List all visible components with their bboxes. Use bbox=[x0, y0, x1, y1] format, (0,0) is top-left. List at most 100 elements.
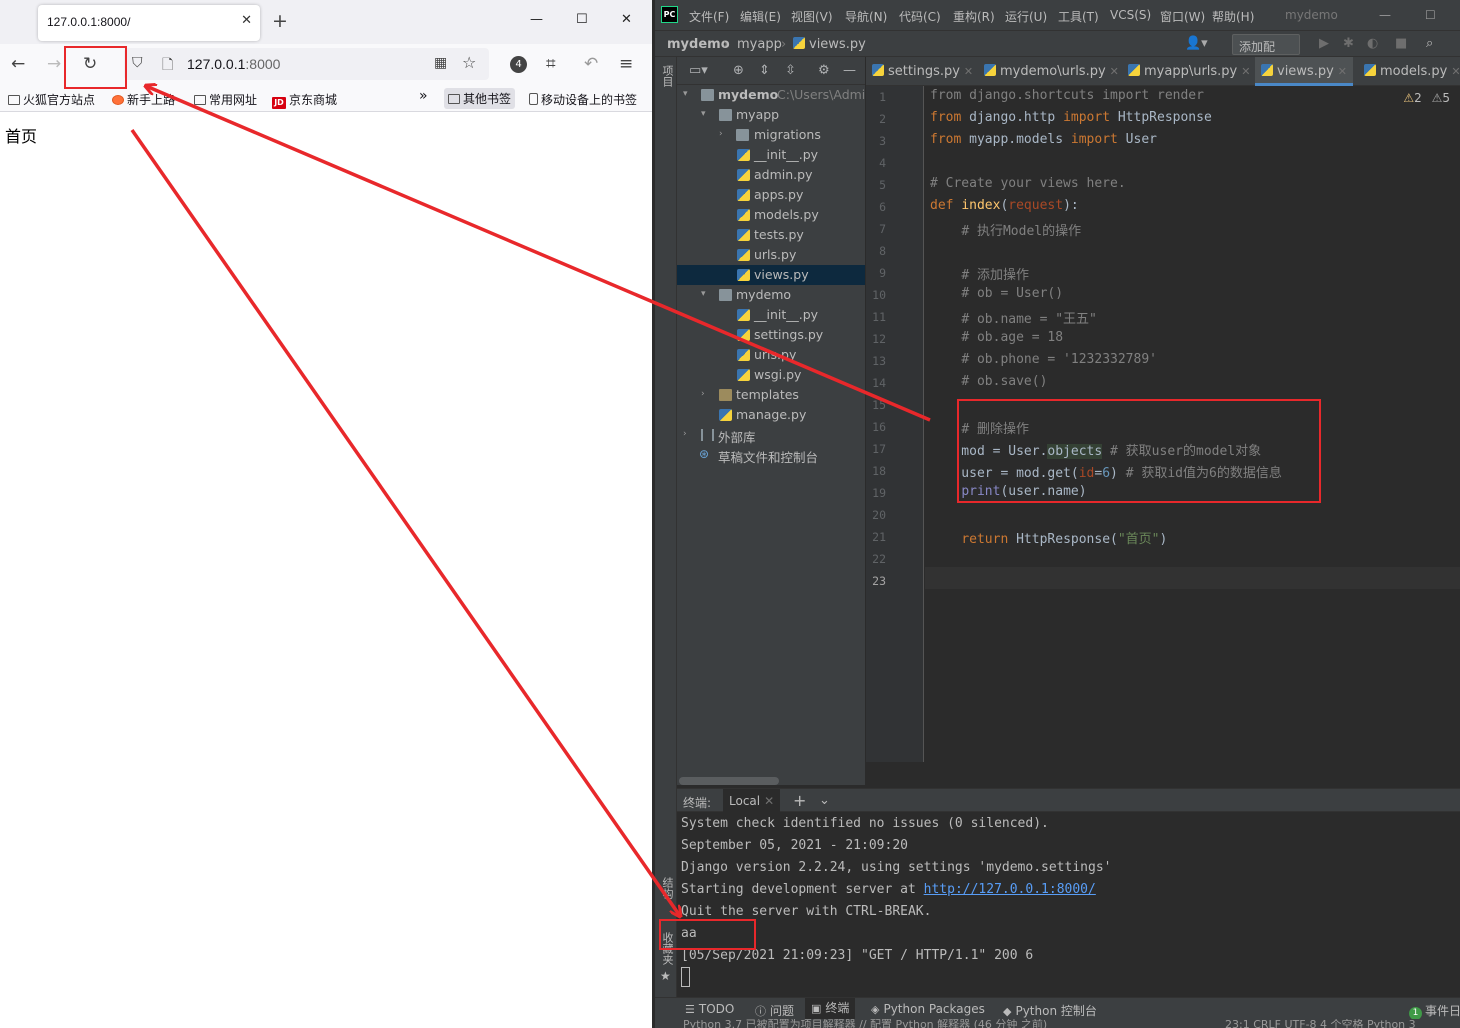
shield-icon[interactable]: ⛉ bbox=[132, 55, 143, 71]
tree-item-file[interactable]: urls.py bbox=[677, 245, 865, 265]
menu-vcs[interactable]: VCS(S) bbox=[1110, 8, 1151, 22]
url-bar[interactable]: ⛉ 🗋 127.0.0.1:8000 ▦ ☆ bbox=[124, 48, 489, 80]
tree-item-file[interactable]: __init__.py bbox=[677, 145, 865, 165]
project-tool-button[interactable]: 项目 bbox=[659, 65, 675, 87]
favorites-tool-button[interactable]: 收藏夹 bbox=[659, 932, 675, 965]
tree-item-myapp[interactable]: ▾ myapp bbox=[677, 105, 865, 125]
tab-close-icon[interactable]: ✕ bbox=[241, 13, 252, 28]
terminal-tab-local[interactable]: Local ✕ bbox=[723, 789, 781, 812]
bookmark-star-icon[interactable]: ☆ bbox=[462, 53, 476, 72]
code-editor[interactable]: ⚠2 ⚠5 from django.shortcuts import rende… bbox=[925, 86, 1460, 762]
extension-badge-icon[interactable]: 4 bbox=[510, 56, 527, 73]
menu-run[interactable]: 运行(U) bbox=[1005, 8, 1047, 25]
inspection-widget[interactable]: ⚠2 ⚠5 bbox=[1403, 91, 1450, 105]
bookmark-firefox-site[interactable]: 火狐官方站点 bbox=[8, 91, 95, 108]
server-url-link[interactable]: http://127.0.0.1:8000/ bbox=[924, 882, 1096, 897]
tab-myapp-urls-py[interactable]: myapp\urls.py ✕ bbox=[1122, 57, 1256, 86]
bookmark-common-sites[interactable]: 常用网址 bbox=[194, 91, 257, 108]
menu-navigate[interactable]: 导航(N) bbox=[845, 8, 887, 25]
new-tab-button[interactable]: + bbox=[272, 10, 288, 32]
favorites-star-icon[interactable]: ★ bbox=[660, 969, 671, 983]
tree-item-migrations[interactable]: › migrations bbox=[677, 125, 865, 145]
menu-file[interactable]: 文件(F) bbox=[689, 8, 729, 25]
coverage-icon[interactable]: ◐ bbox=[1367, 36, 1378, 51]
breadcrumb-project[interactable]: mydemo bbox=[667, 37, 730, 52]
python-packages-tab[interactable]: ◈ Python Packages bbox=[871, 1002, 985, 1016]
expand-all-icon[interactable]: ⇕ bbox=[759, 63, 770, 78]
crop-icon[interactable]: ⌗ bbox=[546, 54, 556, 74]
problems-tab[interactable]: ⓘ 问题 bbox=[755, 1002, 794, 1019]
tree-item-file[interactable]: __init__.py bbox=[677, 305, 865, 325]
tree-item-file[interactable]: urls.py bbox=[677, 345, 865, 365]
bookmarks-overflow-icon[interactable]: » bbox=[419, 88, 428, 104]
python-console-tab[interactable]: ◆ Python 控制台 bbox=[1003, 1002, 1097, 1019]
locate-icon[interactable]: ⊕ bbox=[733, 63, 744, 78]
url-text[interactable]: 127.0.0.1:8000 bbox=[187, 56, 280, 72]
todo-tab[interactable]: ☰ TODO bbox=[685, 1002, 734, 1016]
hamburger-menu-icon[interactable]: ≡ bbox=[619, 54, 633, 74]
tree-item-external-libraries[interactable]: › 外部库 bbox=[677, 425, 865, 445]
debug-icon[interactable]: ✱ bbox=[1343, 36, 1354, 51]
menu-help[interactable]: 帮助(H) bbox=[1212, 8, 1254, 25]
reload-icon[interactable]: ↻ bbox=[83, 54, 97, 74]
tab-models-py[interactable]: models.py ✕ bbox=[1358, 57, 1460, 86]
settings-gear-icon[interactable]: ⚙ bbox=[818, 63, 830, 78]
tree-item-scratches[interactable]: ⊛ 草稿文件和控制台 bbox=[677, 445, 865, 465]
user-icon[interactable]: 👤▾ bbox=[1185, 36, 1208, 51]
event-log-tab[interactable]: 1 事件日 bbox=[1409, 1002, 1460, 1020]
tree-item-file[interactable]: tests.py bbox=[677, 225, 865, 245]
close-window-icon[interactable]: ✕ bbox=[621, 12, 632, 27]
other-bookmarks-folder[interactable]: 其他书签 bbox=[444, 88, 516, 109]
hide-panel-icon[interactable]: — bbox=[843, 63, 856, 78]
terminal-output[interactable]: System check identified no issues (0 sil… bbox=[677, 812, 1460, 997]
browser-tab[interactable]: 127.0.0.1:8000/ ✕ bbox=[38, 5, 260, 41]
breadcrumb-file[interactable]: views.py bbox=[793, 37, 866, 52]
close-tab-icon[interactable]: ✕ bbox=[1338, 65, 1347, 78]
mobile-bookmarks[interactable]: 移动设备上的书签 bbox=[529, 91, 637, 108]
menu-code[interactable]: 代码(C) bbox=[899, 8, 941, 25]
run-icon[interactable]: ▶ bbox=[1319, 36, 1329, 51]
tab-views-py[interactable]: views.py ✕ bbox=[1255, 57, 1354, 86]
terminal-tab[interactable]: ▣ 终端 bbox=[805, 998, 856, 1019]
tree-item-file-selected[interactable]: views.py bbox=[677, 265, 865, 285]
add-configuration-button[interactable]: 添加配置... bbox=[1232, 34, 1300, 71]
menu-window[interactable]: 窗口(W) bbox=[1160, 8, 1205, 25]
close-tab-icon[interactable]: ✕ bbox=[1241, 65, 1250, 78]
back-arrow-icon[interactable]: ← bbox=[11, 54, 25, 74]
maximize-icon[interactable]: ☐ bbox=[576, 12, 588, 27]
new-terminal-icon[interactable]: + bbox=[793, 791, 806, 810]
search-icon[interactable]: ⌕ bbox=[1426, 36, 1433, 51]
tree-item-mydemo-root[interactable]: ▾ mydemo C:\Users\Admin bbox=[677, 85, 873, 105]
tab-settings-py[interactable]: settings.py ✕ bbox=[866, 57, 979, 86]
tree-item-manage[interactable]: manage.py bbox=[677, 405, 865, 425]
ide-minimize-icon[interactable]: — bbox=[1379, 8, 1391, 22]
chevron-down-icon[interactable]: ⌄ bbox=[819, 793, 830, 808]
menu-edit[interactable]: 编辑(E) bbox=[740, 8, 781, 25]
close-tab-icon[interactable]: ✕ bbox=[964, 65, 973, 78]
tree-item-templates[interactable]: › templates bbox=[677, 385, 865, 405]
forward-arrow-icon[interactable]: → bbox=[47, 54, 61, 74]
tree-item-file[interactable]: admin.py bbox=[677, 165, 865, 185]
qr-code-icon[interactable]: ▦ bbox=[434, 55, 447, 71]
tree-item-file[interactable]: apps.py bbox=[677, 185, 865, 205]
tree-item-file[interactable]: wsgi.py bbox=[677, 365, 865, 385]
tree-item-file[interactable]: settings.py bbox=[677, 325, 865, 345]
project-view-dropdown-icon[interactable]: ▭▾ bbox=[689, 63, 708, 78]
breadcrumb-myapp[interactable]: myapp bbox=[737, 37, 782, 52]
horizontal-scrollbar[interactable] bbox=[679, 777, 779, 785]
collapse-all-icon[interactable]: ⇳ bbox=[785, 63, 796, 78]
tab-mydemo-urls-py[interactable]: mydemo\urls.py ✕ bbox=[978, 57, 1125, 86]
menu-refactor[interactable]: 重构(R) bbox=[953, 8, 995, 25]
bookmark-jd[interactable]: JD 京东商城 bbox=[272, 91, 337, 109]
close-tab-icon[interactable]: ✕ bbox=[1110, 65, 1119, 78]
close-tab-icon[interactable]: ✕ bbox=[1451, 65, 1460, 78]
bookmark-getting-started[interactable]: 新手上路 bbox=[112, 91, 175, 108]
stop-icon[interactable]: ■ bbox=[1395, 36, 1407, 51]
minimize-icon[interactable]: — bbox=[530, 12, 543, 27]
menu-tools[interactable]: 工具(T) bbox=[1058, 8, 1099, 25]
undo-icon[interactable]: ↶ bbox=[584, 54, 598, 74]
tree-item-file[interactable]: models.py bbox=[677, 205, 865, 225]
ide-maximize-icon[interactable]: ☐ bbox=[1425, 8, 1436, 22]
close-tab-icon[interactable]: ✕ bbox=[764, 794, 774, 808]
tree-item-mydemo-package[interactable]: ▾ mydemo bbox=[677, 285, 865, 305]
